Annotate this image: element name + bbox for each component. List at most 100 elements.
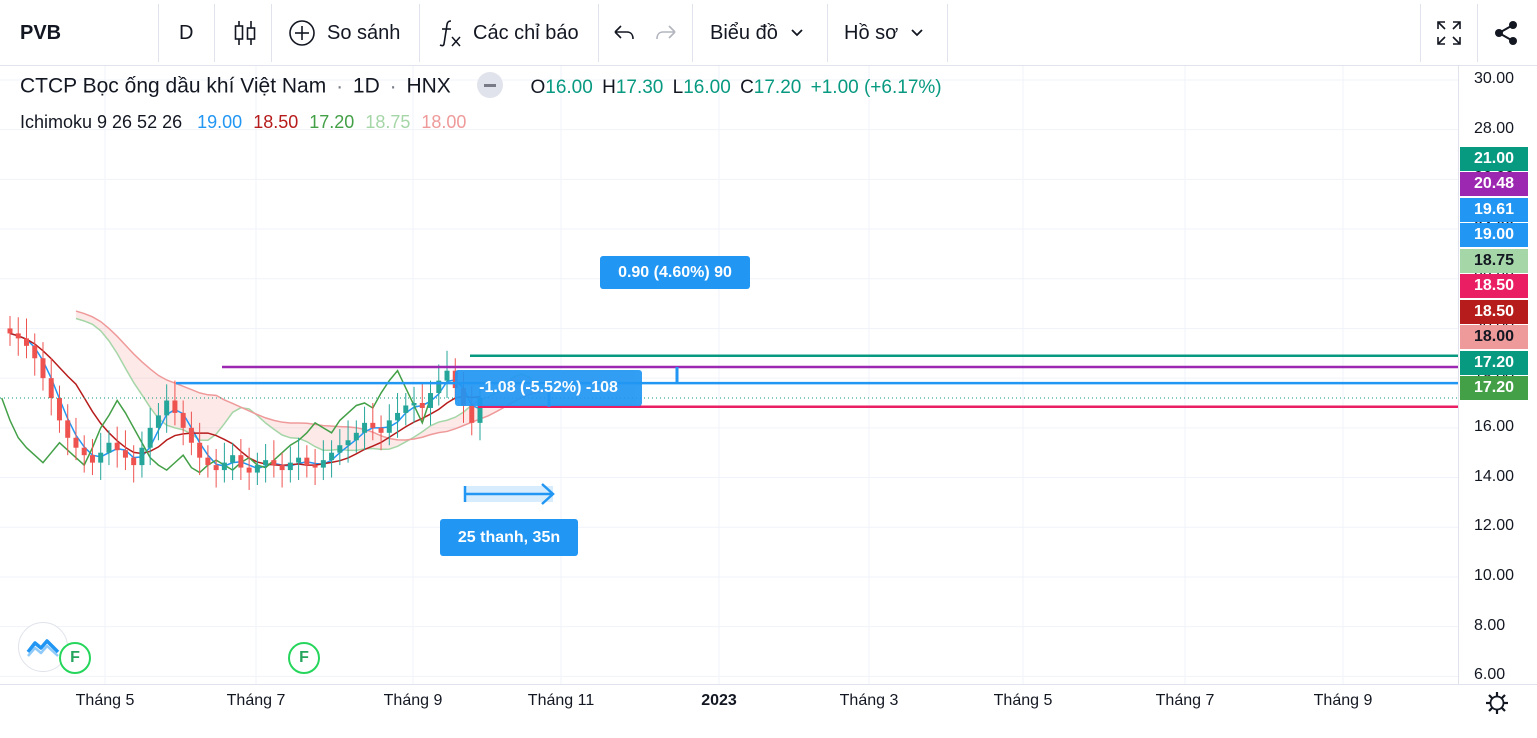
candle-body: [32, 345, 38, 359]
measure-up-tooltip: 0.90 (4.60%) 90: [600, 256, 750, 289]
x-tick-label: Tháng 11: [527, 692, 595, 709]
x-tick-label: Tháng 9: [383, 692, 443, 709]
fullscreen-button[interactable]: [1436, 0, 1462, 66]
price-badge-lead-a: 18.75: [1460, 249, 1528, 273]
candle-body: [172, 400, 178, 413]
open-value: 16.00: [545, 76, 593, 98]
badge-value: 19.61: [1473, 201, 1515, 218]
badge-value: 19.00: [1473, 226, 1515, 243]
toolbar-divider: [1420, 4, 1421, 62]
x-tick-label: Tháng 5: [993, 692, 1053, 709]
candle-body: [345, 440, 351, 446]
legend-dot: ·: [336, 74, 344, 98]
candle-body: [205, 457, 211, 466]
indicators-label: Các chỉ báo: [473, 21, 579, 44]
chart-menu-label: Biểu đồ: [710, 21, 778, 44]
candle-body: [197, 442, 203, 458]
candle-body: [362, 422, 368, 433]
y-tick-label: 6.00: [1474, 666, 1506, 684]
indicators-button[interactable]: Các chỉ báo: [438, 0, 579, 66]
candle-body: [139, 447, 145, 466]
financials-marker[interactable]: F: [288, 642, 320, 674]
lagging-value: 17.20: [309, 112, 355, 132]
symbol-search-button[interactable]: PVB: [20, 0, 61, 66]
candle-body: [188, 427, 194, 443]
candle-body: [48, 378, 54, 399]
candle-body: [180, 412, 186, 428]
y-tick-label: 14.00: [1474, 467, 1515, 485]
fullscreen-icon: [1437, 21, 1461, 45]
compare-button[interactable]: So sánh: [288, 0, 400, 66]
gear-icon: [1486, 692, 1508, 714]
candle-body: [378, 427, 384, 433]
measure-down-text: -1.08 (-5.52%) -108: [479, 379, 618, 396]
price-badge-lagging: 17.20: [1460, 376, 1528, 400]
share-button[interactable]: [1493, 0, 1519, 66]
candle-body: [122, 450, 128, 458]
candle-body: [147, 427, 153, 448]
candle-body: [15, 333, 21, 339]
symbol-legend: CTCP Bọc ống dầu khí Việt Nam · 1D · HNX…: [20, 72, 942, 100]
fx-icon: [439, 20, 461, 47]
price-badge-base: 18.50: [1460, 300, 1528, 324]
candle-body: [353, 432, 359, 441]
candle-body: [155, 415, 161, 428]
price-axis-divider: [1458, 66, 1459, 684]
candle-body: [370, 422, 376, 428]
candle-body: [337, 445, 343, 453]
badge-value: 21.00: [1473, 150, 1515, 167]
candle-body: [395, 412, 401, 421]
toolbar-divider: [271, 4, 272, 62]
price-chart[interactable]: [0, 66, 1537, 738]
base-value: 18.50: [253, 112, 299, 132]
legend-interval: 1D: [352, 74, 380, 98]
y-tick-label: 12.00: [1474, 517, 1515, 535]
legend-exchange: HNX: [406, 74, 451, 98]
interval-label: D: [179, 21, 194, 44]
candle-body: [213, 465, 219, 471]
candle-body: [131, 457, 137, 466]
candle-body: [411, 402, 417, 406]
candle-body: [23, 338, 29, 346]
candle-body: [287, 462, 293, 471]
chart-style-button[interactable]: [233, 0, 257, 66]
open-label: O: [530, 76, 546, 98]
y-tick-label: 16.00: [1474, 417, 1515, 435]
close-label: C: [740, 76, 754, 98]
candle-body: [89, 455, 95, 463]
candle-body: [312, 465, 318, 468]
candle-body: [419, 402, 425, 408]
company-name: CTCP Bọc ống dầu khí Việt Nam: [20, 74, 327, 98]
low-value: 16.00: [683, 76, 731, 98]
candle-body: [40, 358, 46, 379]
interval-button[interactable]: D: [179, 0, 193, 66]
candle-body: [263, 460, 269, 466]
candles-icon: [234, 21, 256, 45]
x-tick-label: Tháng 3: [839, 692, 899, 709]
y-tick-label: 30.00: [1474, 69, 1515, 87]
measure-up-text: 0.90 (4.60%) 90: [618, 263, 732, 281]
price-badge-purple: 20.48: [1460, 172, 1528, 196]
collapse-legend-button[interactable]: [476, 72, 503, 98]
profile-menu-button[interactable]: Hồ sơ: [844, 0, 924, 66]
financials-marker[interactable]: F: [59, 642, 91, 674]
candle-body: [279, 465, 285, 471]
chart-menu-button[interactable]: Biểu đồ: [710, 0, 804, 66]
base-line: [9, 332, 481, 467]
measure-down-tooltip: -1.08 (-5.52%) -108: [455, 370, 642, 406]
settings-button[interactable]: [1484, 690, 1510, 721]
candle-body: [56, 398, 62, 421]
x-tick-label-year: 2023: [701, 692, 737, 709]
indicator-legend[interactable]: Ichimoku 9 26 52 26 19.00 18.50 17.20 18…: [20, 112, 466, 133]
badge-value: 17.20: [1473, 379, 1515, 396]
toolbar-divider: [158, 4, 159, 62]
lead-a-value: 18.75: [365, 112, 411, 132]
toolbar-divider: [419, 4, 420, 62]
redo-button[interactable]: [654, 0, 678, 66]
undo-button[interactable]: [612, 0, 636, 66]
toolbar-divider: [947, 4, 948, 62]
candle-body: [469, 405, 475, 423]
time-axis-divider: [0, 684, 1537, 685]
lead-b-value: 18.00: [421, 112, 467, 132]
toolbar-divider: [827, 4, 828, 62]
